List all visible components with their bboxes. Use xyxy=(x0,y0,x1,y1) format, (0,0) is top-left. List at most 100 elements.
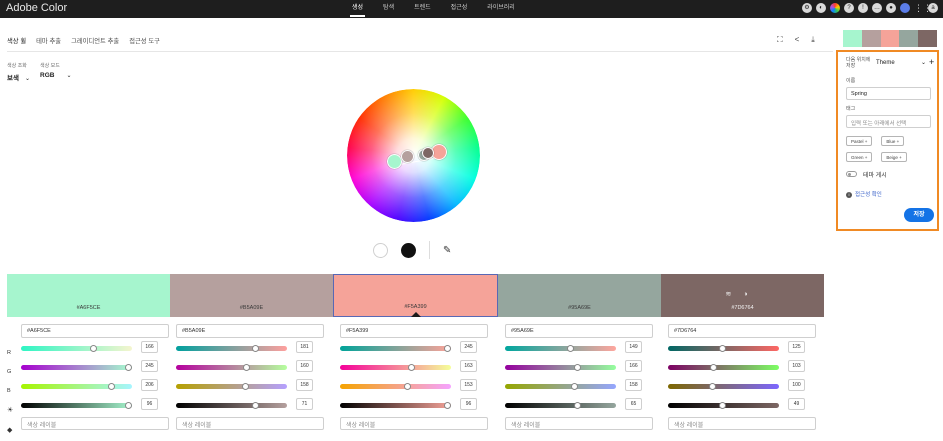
brightness-slider-knob[interactable] xyxy=(124,402,132,409)
nav-explore[interactable]: 탐색 xyxy=(373,0,404,18)
green-slider-track[interactable] xyxy=(505,365,616,370)
brightness-slider-track[interactable] xyxy=(505,403,616,408)
handle-color-5[interactable] xyxy=(422,147,434,159)
green-slider-track[interactable] xyxy=(176,365,287,370)
help-icon[interactable]: ? xyxy=(844,3,854,13)
name-field[interactable]: Spring xyxy=(846,87,931,100)
red-slider-knob[interactable] xyxy=(251,345,259,352)
swatch[interactable]: #95A69E xyxy=(498,274,661,317)
green-slider-track[interactable] xyxy=(668,365,779,370)
brightness-slider-track[interactable] xyxy=(21,403,132,408)
brightness-slider-track[interactable] xyxy=(340,403,451,408)
brightness-value-input[interactable]: 96 xyxy=(460,398,477,410)
brand-logo[interactable]: Adobe Color xyxy=(6,2,67,14)
swatch[interactable]: #A6F5CE xyxy=(7,274,170,317)
hex-input[interactable]: #7D6764 xyxy=(668,324,816,338)
adobe-icon[interactable]: a xyxy=(928,3,938,13)
blue-value-input[interactable]: 153 xyxy=(460,379,477,391)
brightness-slider-track[interactable] xyxy=(176,403,287,408)
tag-chip[interactable]: Beige + xyxy=(881,152,907,162)
tab-color-wheel[interactable]: 색상 휠 xyxy=(7,36,27,52)
avatar[interactable] xyxy=(900,3,910,13)
blue-slider-track[interactable] xyxy=(21,384,132,389)
tag-chip[interactable]: Blue + xyxy=(881,136,905,146)
blue-slider-track[interactable] xyxy=(668,384,779,389)
notification-icon[interactable]: ● xyxy=(886,3,896,13)
green-value-input[interactable]: 245 xyxy=(141,360,158,372)
contrast-icon[interactable]: ◐ xyxy=(816,3,826,13)
swatch[interactable]: #B5A09E xyxy=(170,274,333,317)
blue-slider-track[interactable] xyxy=(505,384,616,389)
chat-icon[interactable]: … xyxy=(872,3,882,13)
green-value-input[interactable]: 103 xyxy=(788,360,805,372)
blue-slider-knob[interactable] xyxy=(403,383,411,390)
blue-value-input[interactable]: 158 xyxy=(625,379,642,391)
eyedropper-icon[interactable]: ✎ xyxy=(443,245,451,256)
nav-accessibility[interactable]: 접근성 xyxy=(441,0,478,18)
green-slider-knob[interactable] xyxy=(242,364,250,371)
add-library-button[interactable]: + xyxy=(929,57,934,67)
tab-extract-gradient[interactable]: 그레이디언트 추출 xyxy=(71,36,119,52)
publish-toggle[interactable] xyxy=(846,171,857,177)
tag-chip[interactable]: Green + xyxy=(846,152,873,162)
green-slider-track[interactable] xyxy=(21,365,132,370)
red-slider-track[interactable] xyxy=(176,346,287,351)
swatch[interactable]: ≋◑ #7D6764 xyxy=(661,274,824,317)
brightness-slider-knob[interactable] xyxy=(251,402,259,409)
green-value-input[interactable]: 163 xyxy=(460,360,477,372)
nav-trends[interactable]: 트렌드 xyxy=(404,0,441,18)
blue-value-input[interactable]: 206 xyxy=(141,379,158,391)
color-label-input[interactable]: 색상 레이블 xyxy=(505,417,653,430)
harmony-control[interactable]: 색상 조화 보색 ⌄ xyxy=(7,62,30,82)
tab-extract-theme[interactable]: 테마 추출 xyxy=(36,36,61,52)
library-dropdown[interactable]: Theme xyxy=(876,60,895,66)
nav-create[interactable]: 생성 xyxy=(342,0,373,18)
hex-input[interactable]: #A6F5CE xyxy=(21,324,169,338)
blue-value-input[interactable]: 158 xyxy=(296,379,313,391)
green-value-input[interactable]: 166 xyxy=(625,360,642,372)
color-label-input[interactable]: 색상 레이블 xyxy=(176,417,324,430)
brightness-value-input[interactable]: 49 xyxy=(788,398,805,410)
green-value-input[interactable]: 160 xyxy=(296,360,313,372)
mode-control[interactable]: 색상 모드 RGB ⌄ xyxy=(40,62,71,79)
red-slider-knob[interactable] xyxy=(443,345,451,352)
alert-icon[interactable]: ! xyxy=(858,3,868,13)
handle-color-1[interactable] xyxy=(387,154,402,169)
green-slider-knob[interactable] xyxy=(124,364,132,371)
hex-input[interactable]: #95A69E xyxy=(505,324,653,338)
creative-cloud-icon[interactable] xyxy=(830,3,840,13)
color-label-input[interactable]: 색상 레이블 xyxy=(668,417,816,430)
brightness-value-input[interactable]: 96 xyxy=(141,398,158,410)
gear-icon[interactable]: ⚙ xyxy=(802,3,812,13)
blue-value-input[interactable]: 100 xyxy=(788,379,805,391)
fullscreen-icon[interactable]: ⛶ xyxy=(777,35,783,45)
nav-libraries[interactable]: 라이브러리 xyxy=(477,0,525,18)
green-slider-knob[interactable] xyxy=(407,364,415,371)
red-slider-track[interactable] xyxy=(505,346,616,351)
red-slider-track[interactable] xyxy=(340,346,451,351)
white-point-button[interactable] xyxy=(373,242,388,258)
apps-grid-icon[interactable]: ⋮⋮ xyxy=(914,3,932,13)
green-slider-knob[interactable] xyxy=(709,364,717,371)
color-label-input[interactable]: 색상 레이블 xyxy=(340,417,488,430)
red-value-input[interactable]: 181 xyxy=(296,341,313,353)
save-button[interactable]: 저장 xyxy=(904,208,934,222)
brightness-icon[interactable]: ◑ xyxy=(743,291,759,298)
blue-slider-track[interactable] xyxy=(176,384,287,389)
blue-slider-knob[interactable] xyxy=(708,383,716,390)
accessibility-link[interactable]: i 접근성 확인 xyxy=(846,190,882,198)
handle-color-2[interactable] xyxy=(401,150,414,163)
green-slider-track[interactable] xyxy=(340,365,451,370)
brightness-value-input[interactable]: 65 xyxy=(625,398,642,410)
blue-slider-track[interactable] xyxy=(340,384,451,389)
red-value-input[interactable]: 149 xyxy=(625,341,642,353)
tags-input[interactable]: 입력 또는 아래에서 선택 xyxy=(846,115,931,128)
color-label-input[interactable]: 색상 레이블 xyxy=(21,417,169,430)
blue-slider-knob[interactable] xyxy=(570,383,578,390)
download-icon[interactable]: ⤓ xyxy=(811,35,815,45)
chevron-down-icon[interactable]: ⌄ xyxy=(921,59,926,66)
black-point-button[interactable] xyxy=(401,242,416,258)
red-value-input[interactable]: 166 xyxy=(141,341,158,353)
red-slider-track[interactable] xyxy=(21,346,132,351)
color-wheel[interactable] xyxy=(347,89,480,222)
